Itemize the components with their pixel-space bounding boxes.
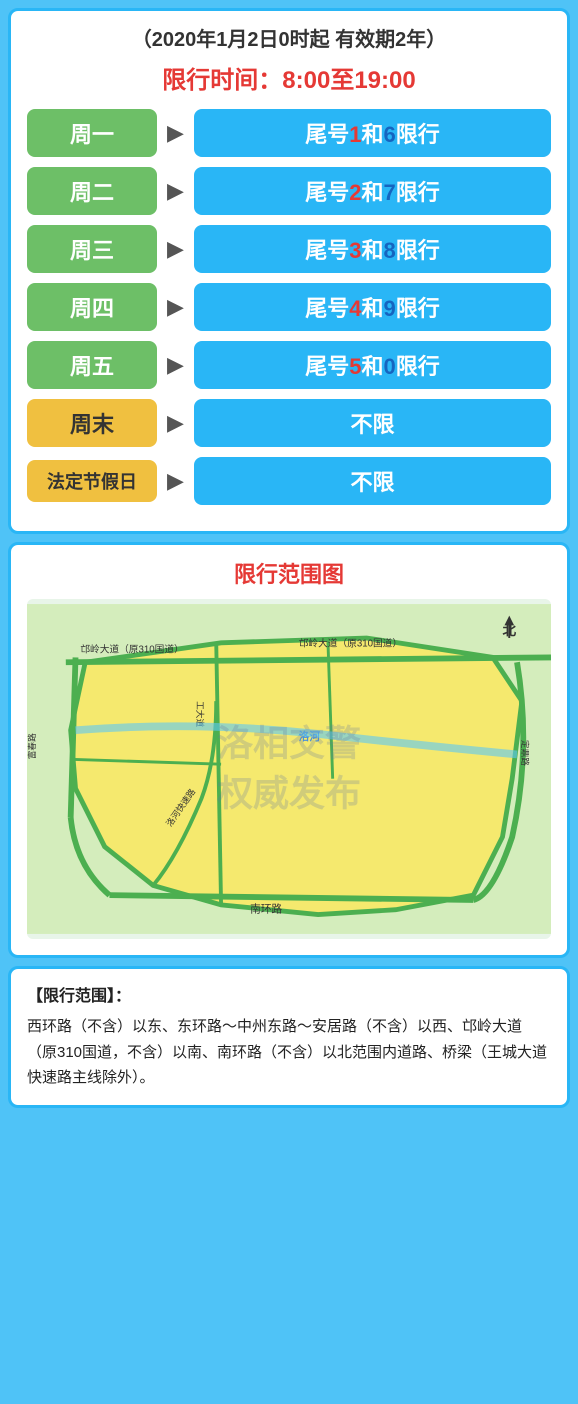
restriction-wednesday: 尾号3和8限行 xyxy=(194,225,551,273)
svg-text:邙岭大道（原310国道）: 邙岭大道（原310国道） xyxy=(80,643,183,656)
day-holiday: 法定节假日 xyxy=(27,460,157,502)
svg-text:邙岭大道（原310国道）: 邙岭大道（原310国道） xyxy=(299,637,402,650)
num-4: 4 xyxy=(349,296,361,321)
schedule-row-weekend: 周末 ▶ 不限 xyxy=(27,399,551,447)
num-8: 8 xyxy=(383,238,395,263)
restriction-friday: 尾号5和0限行 xyxy=(194,341,551,389)
day-weekend: 周末 xyxy=(27,399,157,447)
restriction-range-content: 西环路（不含）以东、东环路～中州东路～安居路（不含）以西、邙岭大道（原310国道… xyxy=(27,1014,551,1091)
schedule-row-holiday: 法定节假日 ▶ 不限 xyxy=(27,457,551,505)
num-0: 0 xyxy=(383,354,395,379)
restriction-range-title: 【限行范围】： xyxy=(27,983,551,1010)
num-3: 3 xyxy=(349,238,361,263)
map-section: 限行范围图 北 xyxy=(8,542,570,958)
arrow-tuesday: ▶ xyxy=(167,178,184,204)
day-friday: 周五 xyxy=(27,341,157,389)
restriction-weekend: 不限 xyxy=(194,399,551,447)
schedule-row-thursday: 周四 ▶ 尾号4和9限行 xyxy=(27,283,551,331)
map-container: 北 邙岭大道（原310国道） 邙岭大道（原310国道） 南环路 富春路 定鼎路 … xyxy=(27,599,551,939)
schedule-row-tuesday: 周二 ▶ 尾号2和7限行 xyxy=(27,167,551,215)
arrow-monday: ▶ xyxy=(167,120,184,146)
day-thursday: 周四 xyxy=(27,283,157,331)
arrow-thursday: ▶ xyxy=(167,294,184,320)
svg-text:南环路: 南环路 xyxy=(250,903,282,916)
svg-text:富春路: 富春路 xyxy=(27,733,37,759)
num-6: 6 xyxy=(383,122,395,147)
time-label: 限行时间：8:00至19:00 xyxy=(162,67,415,94)
arrow-holiday: ▶ xyxy=(167,468,184,494)
map-svg: 北 邙岭大道（原310国道） 邙岭大道（原310国道） 南环路 富春路 定鼎路 … xyxy=(27,599,551,939)
arrow-weekend: ▶ xyxy=(167,410,184,436)
num-9: 9 xyxy=(383,296,395,321)
time-range: 限行时间：8:00至19:00 xyxy=(27,60,551,95)
schedule-row-wednesday: 周三 ▶ 尾号3和8限行 xyxy=(27,225,551,273)
arrow-wednesday: ▶ xyxy=(167,236,184,262)
schedule-row-monday: 周一 ▶ 尾号1和6限行 xyxy=(27,109,551,157)
day-wednesday: 周三 xyxy=(27,225,157,273)
num-1: 1 xyxy=(349,122,361,147)
schedule-table: 周一 ▶ 尾号1和6限行 周二 ▶ 尾号2和7限行 周三 ▶ 尾号3和8限行 周… xyxy=(27,109,551,505)
restriction-monday: 尾号1和6限行 xyxy=(194,109,551,157)
restriction-thursday: 尾号4和9限行 xyxy=(194,283,551,331)
day-monday: 周一 xyxy=(27,109,157,157)
title-text: （2020年1月2日0时起 有效期2年） xyxy=(132,29,447,51)
num-2: 2 xyxy=(349,180,361,205)
restriction-holiday: 不限 xyxy=(194,457,551,505)
num-5: 5 xyxy=(349,354,361,379)
schedule-row-friday: 周五 ▶ 尾号5和0限行 xyxy=(27,341,551,389)
num-7: 7 xyxy=(383,180,395,205)
arrow-friday: ▶ xyxy=(167,352,184,378)
page-title: （2020年1月2日0时起 有效期2年） xyxy=(27,23,551,52)
map-title: 限行范围图 xyxy=(27,557,551,589)
bottom-section: 【限行范围】： 西环路（不含）以东、东环路～中州东路～安居路（不含）以西、邙岭大… xyxy=(8,966,570,1108)
day-tuesday: 周二 xyxy=(27,167,157,215)
svg-text:定鼎路: 定鼎路 xyxy=(520,740,531,766)
top-section: （2020年1月2日0时起 有效期2年） 限行时间：8:00至19:00 周一 … xyxy=(8,8,570,534)
restriction-tuesday: 尾号2和7限行 xyxy=(194,167,551,215)
